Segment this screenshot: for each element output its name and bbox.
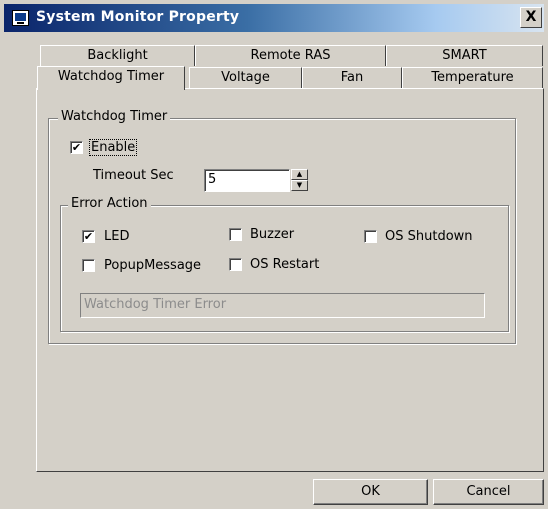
window-title: System Monitor Property [36,9,240,25]
cancel-button[interactable]: Cancel [433,479,544,505]
os-shutdown-checkbox[interactable] [364,230,377,243]
popup-message-checkbox[interactable] [82,259,95,272]
os-restart-checkbox[interactable] [229,258,242,271]
led-label[interactable]: LED [104,229,129,244]
watchdog-group-label: Watchdog Timer [58,109,171,124]
os-restart-label[interactable]: OS Restart [250,257,319,272]
tab-smart[interactable]: SMART [386,45,543,66]
buzzer-checkbox[interactable] [229,228,242,241]
tab-backlight[interactable]: Backlight [40,45,195,66]
error-message-input[interactable]: Watchdog Timer Error [80,293,485,318]
timeout-input[interactable]: 5 [204,169,290,192]
led-checkbox[interactable]: ✔ [82,230,95,243]
enable-checkbox[interactable]: ✔ [70,141,83,154]
arrow-up-icon: ▲ [296,170,303,178]
tab-watchdog-timer[interactable]: Watchdog Timer [37,66,185,90]
enable-label[interactable]: Enable [88,139,138,156]
close-button[interactable]: X [520,7,542,28]
ok-button[interactable]: OK [313,479,428,505]
dialog-window: System Monitor Property X Backlight Remo… [0,0,548,509]
title-bar[interactable]: System Monitor Property X [4,4,544,32]
error-action-group-label: Error Action [68,196,151,211]
spin-down-button[interactable]: ▼ [291,180,308,191]
tab-voltage[interactable]: Voltage [189,67,302,88]
buzzer-label[interactable]: Buzzer [250,227,294,242]
timeout-label: Timeout Sec [93,168,174,183]
monitor-icon [12,10,29,26]
os-shutdown-label[interactable]: OS Shutdown [385,229,473,244]
tab-temperature[interactable]: Temperature [402,67,543,88]
popup-message-label[interactable]: PopupMessage [104,258,201,273]
arrow-down-icon: ▼ [296,181,303,189]
tab-remote-ras[interactable]: Remote RAS [195,45,386,66]
spin-up-button[interactable]: ▲ [291,169,308,180]
tab-fan[interactable]: Fan [302,67,402,88]
